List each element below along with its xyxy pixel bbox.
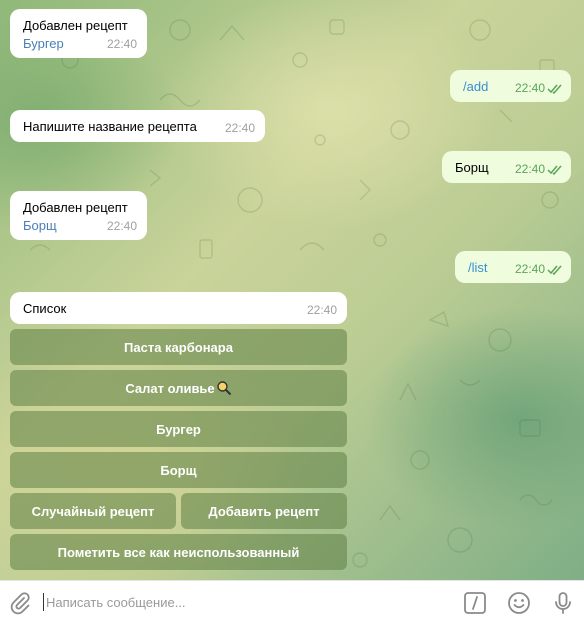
message-text: Добавлен рецепт	[23, 18, 128, 33]
magnifier-emoji-icon	[216, 381, 231, 396]
command-link[interactable]: /list	[468, 260, 488, 275]
incoming-message: Список 22:40	[10, 292, 347, 324]
message-time: 22:40	[514, 162, 545, 176]
keyboard-button-mark-unused[interactable]: Пометить все как неиспользованный	[10, 534, 347, 570]
message-input[interactable]: Написать сообщение...	[46, 595, 186, 610]
command-link[interactable]: /add	[463, 79, 488, 94]
message-time: 22:40	[306, 303, 337, 317]
smiley-icon[interactable]	[507, 591, 531, 615]
keyboard-button-label: Добавить рецепт	[208, 503, 320, 519]
incoming-message: Напишите название рецепта 22:40	[10, 110, 265, 142]
message-time: 22:40	[106, 37, 137, 51]
incoming-message: Добавлен рецепт Борщ 22:40	[10, 191, 147, 240]
keyboard-button-salad[interactable]: Салат оливье	[10, 370, 347, 406]
keyboard-button-add-recipe[interactable]: Добавить рецепт	[181, 493, 347, 529]
read-checkmarks-icon	[547, 84, 562, 94]
keyboard-button-label: Паста карбонара	[124, 339, 233, 355]
keyboard-button-label: Случайный рецепт	[31, 503, 155, 519]
microphone-icon[interactable]	[551, 591, 575, 615]
keyboard-button-label: Борщ	[160, 462, 197, 478]
message-time: 22:40	[514, 81, 545, 95]
slash-command-icon[interactable]	[463, 591, 487, 615]
keyboard-button-random-recipe[interactable]: Случайный рецепт	[10, 493, 176, 529]
keyboard-button-label: Пометить все как неиспользованный	[57, 544, 300, 560]
outgoing-message: Борщ 22:40	[442, 151, 571, 183]
read-checkmarks-icon	[547, 265, 562, 275]
outgoing-message: /add 22:40	[450, 70, 571, 102]
message-text: Напишите название рецепта	[23, 119, 197, 134]
outgoing-message: /list 22:40	[455, 251, 571, 283]
keyboard-button-label: Бургер	[156, 421, 201, 437]
keyboard-button-borscht[interactable]: Борщ	[10, 452, 347, 488]
message-text: Добавлен рецепт	[23, 200, 128, 215]
keyboard-button-pasta[interactable]: Паста карбонара	[10, 329, 347, 365]
chat-area: Добавлен рецепт Бургер 22:40 /add 22:40 …	[0, 0, 584, 580]
keyboard-button-label: Салат оливье	[125, 380, 215, 396]
read-checkmarks-icon	[547, 165, 562, 175]
message-text: Борщ	[455, 160, 489, 175]
incoming-message: Добавлен рецепт Бургер 22:40	[10, 9, 147, 58]
message-input-bar: Написать сообщение...	[0, 580, 584, 623]
paperclip-icon[interactable]	[8, 591, 32, 615]
keyboard-button-burger[interactable]: Бургер	[10, 411, 347, 447]
message-time: 22:40	[106, 219, 137, 233]
message-text: Список	[23, 301, 67, 316]
message-time: 22:40	[514, 262, 545, 276]
message-time: 22:40	[224, 121, 255, 135]
text-caret	[43, 593, 44, 611]
